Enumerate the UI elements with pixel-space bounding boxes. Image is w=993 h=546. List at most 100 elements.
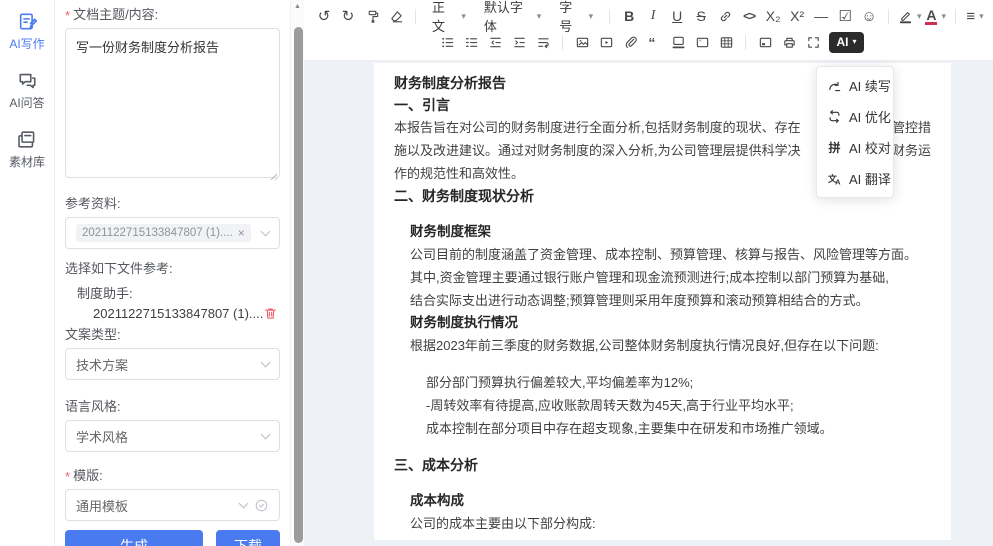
rich-text-editor: ↺↻正文▾默认字体▾字号▾BIUS<>X₂X²—☑☺▾A▾≡▾ ““AI▾ 财务… (304, 0, 993, 546)
bold-button[interactable]: B (617, 4, 641, 28)
redo-button[interactable]: ↻ (336, 4, 360, 28)
font-color-icon: A (925, 8, 937, 25)
ai-qa-icon (16, 69, 38, 91)
subscript-icon: X₂ (766, 8, 781, 24)
ai-translate-item[interactable]: 文A AI 翻译 (817, 163, 893, 194)
print-icon (782, 35, 797, 50)
copy-type-select[interactable]: 技术方案 (65, 348, 280, 380)
font-size-select[interactable]: 字号▾ (550, 4, 602, 28)
topic-textarea[interactable]: 写一份财务制度分析报告 (65, 28, 280, 178)
horizontal-rule-icon: — (814, 8, 828, 24)
attachment-button[interactable] (618, 30, 642, 54)
ai-dropdown-menu: AI 续写 AI 优化拼AI 校对文A AI 翻译 (816, 66, 894, 198)
sidebar-item-label: AI写作 (9, 35, 44, 52)
download-button[interactable]: 下载 (216, 530, 280, 546)
insert-video-button[interactable] (594, 30, 618, 54)
chevron-down-icon (261, 430, 271, 440)
reference-multiselect[interactable]: 2021122715133847807 (1).... × (65, 217, 280, 249)
file-name: 2021122715133847807 (1).... (65, 306, 263, 321)
doc-paragraph-line: 其中,资金管理主要通过银行账户管理和现金流预测进行;成本控制以部门预算为基础, (410, 266, 931, 289)
insert-table-button[interactable] (714, 30, 738, 54)
continue-writing-icon (827, 78, 842, 93)
undo-button[interactable]: ↺ (312, 4, 336, 28)
superscript-button[interactable]: X² (785, 4, 809, 28)
ordered-list-icon (464, 35, 479, 50)
inline-code-button[interactable]: <> (737, 4, 761, 28)
ai-optimize-item[interactable]: AI 优化 (817, 101, 893, 132)
ai-continue-item[interactable]: AI 续写 (817, 70, 893, 101)
blockquote-button[interactable]: “ (642, 30, 666, 54)
clear-format-button[interactable] (384, 4, 408, 28)
ordered-list-button[interactable] (459, 30, 483, 54)
insert-divider-button[interactable] (666, 30, 690, 54)
blank-line (394, 207, 931, 221)
doc-subheading: 成本构成 (410, 490, 931, 512)
indent-icon (512, 35, 527, 50)
scroll-up-arrow-icon[interactable]: ▲ (291, 3, 304, 10)
video-icon (599, 35, 614, 50)
strikethrough-button[interactable]: S (689, 4, 713, 28)
font-family-select[interactable]: 默认字体▾ (475, 4, 550, 28)
language-style-select[interactable]: 学术风格 (65, 420, 280, 452)
doc-paragraph-line: 公司目前的制度涵盖了资金管理、成本控制、预算管理、核算与报告、风险管理等方面。 (410, 243, 931, 266)
ai-writing-icon (16, 10, 38, 32)
image-icon (575, 35, 590, 50)
underline-button[interactable]: U (665, 4, 689, 28)
align-button[interactable]: ≡▾ (963, 4, 987, 28)
link-icon (718, 9, 733, 24)
horizontal-rule-button[interactable]: — (809, 4, 833, 28)
blank-line (394, 357, 931, 371)
reference-label: 参考资料: (65, 193, 280, 211)
ai-icon: AI (836, 35, 848, 49)
generate-button[interactable]: 生成 (65, 530, 203, 546)
subscript-button[interactable]: X₂ (761, 4, 785, 28)
indent-button[interactable] (507, 30, 531, 54)
font-color-button[interactable]: A▾ (923, 4, 948, 28)
file-reference-label: 选择如下文件参考: (65, 258, 280, 276)
translate-icon: 文A (827, 171, 842, 186)
template-select[interactable]: 通用模板 (65, 489, 280, 521)
menu-item-label: AI 优化 (849, 107, 891, 126)
sidebar-item-AI写作[interactable]: AI写作 (9, 10, 44, 52)
chevron-down-icon: ▾ (979, 12, 984, 21)
ai-proofread-item[interactable]: 拼AI 校对 (817, 132, 893, 163)
file-reference-row: 2021122715133847807 (1).... (65, 306, 280, 321)
bullet-list-button[interactable] (435, 30, 459, 54)
menu-item-label: AI 翻译 (849, 169, 891, 188)
paragraph-style-select[interactable]: 正文▾ (423, 4, 475, 28)
text-wrap-button[interactable] (531, 30, 555, 54)
file-group-label: 制度助手: (65, 283, 280, 301)
doc-text: 财务运 (892, 139, 931, 162)
preview-icon (758, 35, 773, 50)
eraser-icon (389, 9, 404, 24)
task-list-button[interactable]: ☑ (833, 4, 857, 28)
format-painter-button[interactable] (360, 4, 384, 28)
topic-label: * 文档主题/内容: (65, 4, 280, 22)
scrollbar-thumb[interactable] (294, 27, 303, 543)
sidebar-item-素材库[interactable]: 素材库 (9, 128, 45, 170)
svg-text:“: “ (699, 39, 701, 46)
delete-file-icon[interactable] (263, 306, 278, 321)
form-actions: 生成 下载 (65, 530, 280, 546)
app-window: AI写作 AI问答素材库 * 文档主题/内容: 写一份财务制度分析报告 参考资料:… (0, 0, 993, 546)
doc-list-line: 部分部门预算执行偏差较大,平均偏差率为12%; (426, 371, 931, 394)
blank-line (394, 440, 931, 454)
ai-menu-button[interactable]: AI▾ (829, 32, 863, 53)
outdent-button[interactable] (483, 30, 507, 54)
panel-scrollbar[interactable]: ▲ (290, 0, 304, 546)
insert-image-button[interactable] (570, 30, 594, 54)
highlight-color-button[interactable]: ▾ (896, 4, 923, 28)
link-button[interactable] (713, 4, 737, 28)
italic-button[interactable]: I (641, 4, 665, 28)
tag-close-icon[interactable]: × (238, 227, 245, 239)
print-button[interactable] (777, 30, 801, 54)
preview-button[interactable] (753, 30, 777, 54)
svg-text:A: A (835, 177, 841, 186)
emoji-button[interactable]: ☺ (857, 4, 881, 28)
chevron-down-icon (261, 358, 271, 368)
fullscreen-button[interactable] (801, 30, 825, 54)
sidebar-item-AI问答[interactable]: AI问答 (9, 69, 44, 111)
underline-icon: U (672, 8, 682, 24)
doc-paragraph-line: 公司的成本主要由以下部分构成: (410, 512, 931, 535)
code-block-button[interactable]: “ (690, 30, 714, 54)
